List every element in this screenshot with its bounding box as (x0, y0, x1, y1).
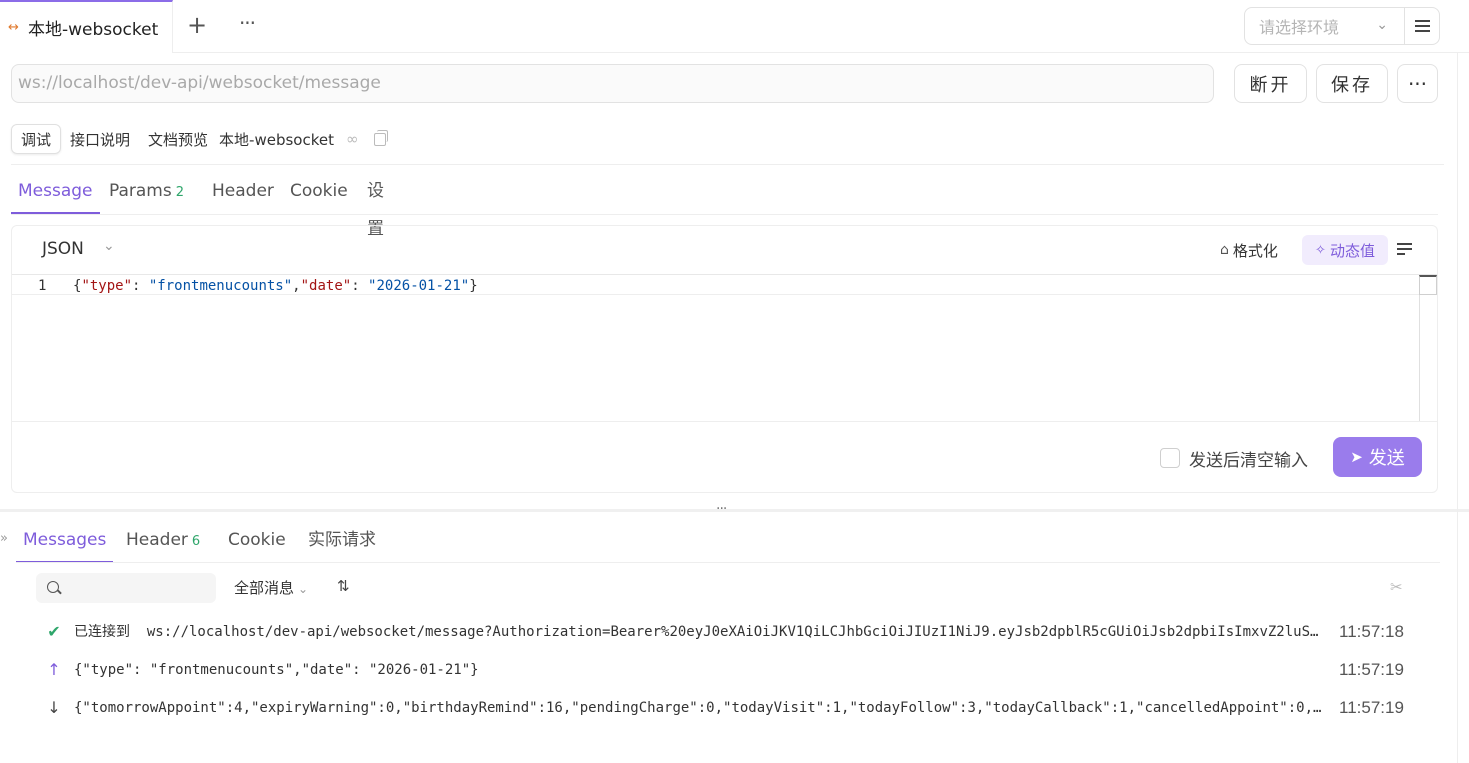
word-wrap-icon[interactable] (1397, 240, 1415, 258)
editor-scrollbar[interactable] (1419, 275, 1437, 421)
message-row[interactable]: ↓ {"tomorrowAppoint":4,"expiryWarning":0… (44, 697, 1414, 719)
chevron-down-icon: ⌄ (1376, 17, 1388, 33)
chevron-down-icon: ⌄ (298, 582, 309, 596)
tab-settings[interactable]: 设置 (360, 172, 391, 239)
scrollbar-thumb[interactable] (1419, 275, 1437, 295)
tab-title: 本地-websocket (28, 20, 159, 40)
dynamic-value-button[interactable]: ✧ 动态值 (1302, 235, 1388, 265)
copy-icon[interactable] (374, 129, 389, 146)
tab-response-header[interactable]: Header 6 (119, 521, 207, 563)
dynamic-value-label: 动态值 (1329, 241, 1375, 260)
clear-after-send-label: 发送后清空输入 (1189, 451, 1308, 471)
tab-bar: ↔ 本地-websocket + ··· 请选择环境 ⌄ (0, 0, 1469, 53)
message-time: 11:57:19 (1339, 660, 1404, 679)
tab-messages[interactable]: Messages (16, 521, 114, 563)
subtab-debug[interactable]: 调试 (11, 124, 62, 154)
code-token: } (469, 278, 478, 294)
message-type-filter[interactable]: 全部消息 ⌄ (234, 577, 308, 598)
subtab-docs[interactable]: 接口说明 (61, 124, 139, 154)
send-label: 发送 (1368, 448, 1405, 469)
environment-menu-button[interactable] (1404, 7, 1440, 45)
more-actions-button[interactable]: ··· (1397, 64, 1438, 103)
tab-more-button[interactable]: ··· (233, 12, 261, 40)
search-icon (47, 581, 59, 593)
code-line: 1 {"type": "frontmenucounts","date": "20… (12, 275, 1420, 295)
message-row[interactable]: ✔ 已连接到 ws://localhost/dev-api/websocket/… (44, 621, 1414, 643)
code-text: {"type": "frontmenucounts","date": "2026… (73, 276, 478, 296)
code-token: "frontmenucounts" (148, 278, 293, 294)
tab-cookie-label: Cookie (290, 181, 348, 201)
clear-messages-icon[interactable]: ✂ (1390, 578, 1403, 596)
format-icon: ⌂ (1220, 242, 1229, 258)
tab-cookie[interactable]: Cookie (283, 172, 355, 214)
code-token: , (292, 278, 301, 294)
tab-header-label: Header (212, 181, 274, 201)
tab-params-label: Params (109, 181, 172, 201)
arrow-down-icon: ↓ (47, 698, 61, 717)
tab-actual-request-label: 实际请求 (308, 530, 376, 550)
subtab-preview[interactable]: 文档预览 (139, 124, 217, 154)
format-label: 格式化 (1232, 241, 1278, 260)
save-button[interactable]: 保存 (1316, 64, 1388, 103)
message-text: {"tomorrowAppoint":4,"expiryWarning":0,"… (74, 700, 1324, 716)
language-select[interactable]: JSON (42, 239, 84, 259)
send-icon: ➤ (1350, 448, 1363, 466)
disconnect-button[interactable]: 断开 (1234, 64, 1307, 103)
message-search-input[interactable] (36, 573, 216, 603)
url-input[interactable]: ws://localhost/dev-api/websocket/message (11, 64, 1214, 103)
tab-header[interactable]: Header (205, 172, 281, 214)
header-count-badge: 6 (191, 534, 201, 549)
tab-actual-request[interactable]: 实际请求 (301, 521, 383, 563)
line-number: 1 (38, 278, 47, 294)
code-token: : (132, 278, 149, 294)
tab-message[interactable]: Message (11, 172, 100, 214)
code-token: "type" (81, 278, 133, 294)
tab-response-cookie[interactable]: Cookie (221, 521, 293, 563)
divider (16, 562, 1440, 563)
tab-response-header-label: Header (126, 530, 188, 550)
add-tab-button[interactable]: + (183, 12, 211, 40)
message-row[interactable]: ↑ {"type": "frontmenucounts","date": "20… (44, 659, 1414, 681)
code-editor[interactable]: 1 {"type": "frontmenucounts","date": "20… (12, 274, 1437, 422)
api-name: 本地-websocket (219, 130, 334, 149)
format-button[interactable]: ⌂ 格式化 (1220, 236, 1278, 264)
chevron-down-icon[interactable]: ⌄ (103, 238, 115, 254)
clear-after-send-checkbox[interactable] (1160, 448, 1180, 468)
send-button[interactable]: ➤ 发送 (1333, 437, 1422, 477)
message-time: 11:57:19 (1339, 698, 1404, 717)
code-token: "date" (300, 278, 352, 294)
tab-params[interactable]: Params 2 (102, 172, 191, 214)
divider (11, 164, 1444, 165)
tab-websocket[interactable]: ↔ 本地-websocket (0, 0, 173, 53)
doc-subtabs: 调试 接口说明 文档预览 本地-websocket ∞ (11, 124, 389, 154)
arrow-up-icon: ↑ (47, 660, 61, 679)
code-token: : (351, 278, 369, 294)
divider (11, 214, 1438, 215)
message-text: {"type": "frontmenucounts","date": "2026… (74, 662, 479, 678)
environment-select[interactable]: 请选择环境 ⌄ (1244, 7, 1405, 45)
message-time: 11:57:18 (1339, 622, 1404, 641)
panel-splitter[interactable] (0, 509, 1469, 512)
websocket-icon: ↔ (8, 19, 19, 35)
tab-message-label: Message (18, 181, 93, 201)
message-editor-panel: JSON ⌄ ⌂ 格式化 ✧ 动态值 1 {"type": "frontmenu… (11, 225, 1438, 493)
code-token: "2026-01-21" (368, 278, 470, 294)
drag-handle-icon[interactable]: ··· (716, 501, 727, 517)
collapse-icon[interactable]: » (0, 531, 8, 546)
magic-wand-icon: ✧ (1315, 242, 1326, 258)
menu-icon (1414, 20, 1430, 32)
connected-icon: ✔ (47, 622, 61, 641)
panel-border (1457, 53, 1458, 763)
sort-icon[interactable]: ⇅ (337, 577, 350, 595)
connected-label: 已连接到 (74, 624, 130, 640)
message-text: 已连接到 ws://localhost/dev-api/websocket/me… (74, 621, 1324, 643)
link-icon[interactable]: ∞ (346, 130, 359, 148)
connected-url: ws://localhost/dev-api/websocket/message… (146, 624, 1324, 640)
tab-response-cookie-label: Cookie (228, 530, 286, 550)
params-count-badge: 2 (175, 185, 185, 200)
environment-placeholder: 请选择环境 (1259, 18, 1340, 37)
tab-messages-label: Messages (23, 530, 107, 550)
message-type-filter-label: 全部消息 (234, 579, 295, 597)
